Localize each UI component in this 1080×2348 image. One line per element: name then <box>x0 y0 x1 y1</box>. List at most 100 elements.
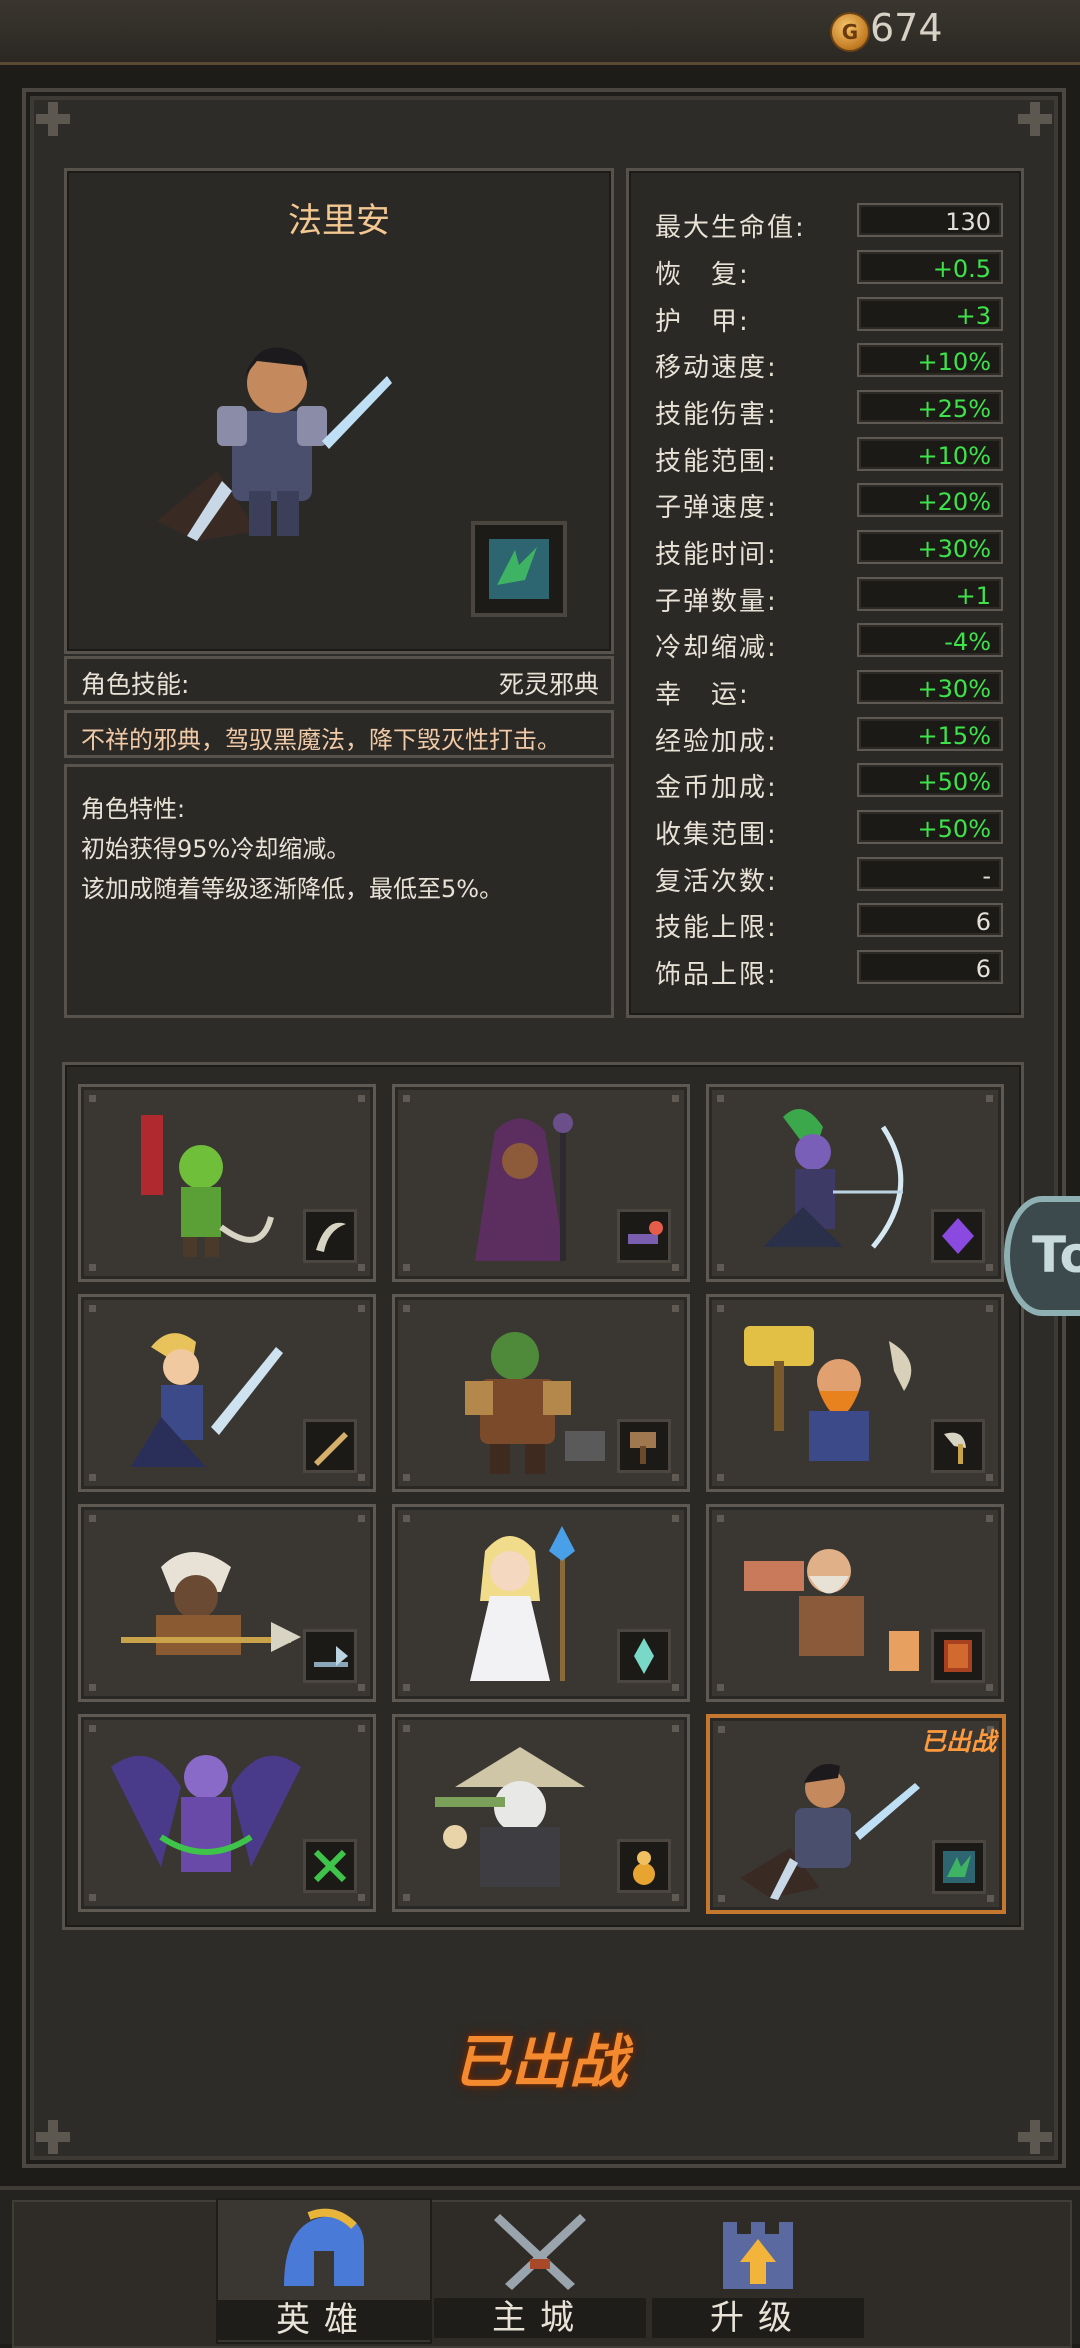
tab-heroes[interactable]: 英雄 <box>216 2198 432 2344</box>
priestess-hero-icon <box>470 1526 575 1681</box>
goblin-hero-icon <box>141 1115 274 1257</box>
trait-box: 角色特性: 初始获得95%冷却缩减。 该加成随着等级逐渐降低，最低至5%。 <box>64 764 614 1018</box>
skill-label: 角色技能: <box>81 670 190 699</box>
tab-upgrade-label: 升级 <box>652 2298 864 2338</box>
floating-assist-button[interactable]: To <box>1004 1196 1080 1316</box>
trait-title: 角色特性: <box>81 795 186 823</box>
stat-row: 金币加成: +50% <box>629 763 1021 803</box>
warglaive-icon <box>303 1839 357 1893</box>
crystal-icon <box>617 1629 671 1683</box>
stat-row: 移动速度: +10% <box>629 343 1021 383</box>
tab-main-city-label: 主城 <box>434 2298 646 2338</box>
hero-card-goblin[interactable] <box>78 1084 376 1282</box>
hero-card-dwarf[interactable] <box>706 1294 1004 1492</box>
castle-upgrade-icon <box>723 2222 793 2289</box>
stat-value: 6 <box>857 903 1003 937</box>
corner-ornament <box>1018 102 1052 136</box>
top-bar: G 674 <box>0 0 1080 65</box>
stat-row: 最大生命值: 130 <box>629 203 1021 243</box>
skill-name: 死灵邪典 <box>498 670 599 699</box>
stat-value: +1 <box>857 577 1003 611</box>
stat-label: 复活次数: <box>655 867 778 897</box>
stat-label: 子弹速度: <box>655 493 778 523</box>
stat-row: 收集范围: +50% <box>629 810 1021 850</box>
tab-main-city[interactable]: 主城 <box>434 2198 646 2340</box>
elf-archer-hero-icon <box>763 1109 904 1249</box>
stat-value: -4% <box>857 623 1003 657</box>
hero-card-orc-warrior[interactable] <box>392 1294 690 1492</box>
stat-row: 技能上限: 6 <box>629 903 1021 943</box>
stat-label: 幸 运: <box>655 680 750 710</box>
stat-value: +10% <box>857 437 1003 471</box>
paladin-hero-icon <box>131 1333 283 1467</box>
stats-panel: 最大生命值: 130 恢 复: +0.5 护 甲: +3 移动速度: +10% … <box>626 168 1024 1018</box>
gold-coin-icon: G <box>830 12 870 52</box>
necro-hero-icon <box>740 1764 920 1900</box>
stat-value: 130 <box>857 203 1003 237</box>
skill-description: 不祥的邪典，驾驭黑魔法，降下毁灭性打击。 <box>64 710 614 758</box>
hero-portrait-icon <box>157 347 392 541</box>
stat-value: +0.5 <box>857 250 1003 284</box>
stat-value: +25% <box>857 390 1003 424</box>
stat-value: 6 <box>857 950 1003 984</box>
hammer-icon <box>617 1419 671 1473</box>
tab-upgrade[interactable]: 升级 <box>652 2198 864 2340</box>
stat-row: 幸 运: +30% <box>629 670 1021 710</box>
hero-portrait-box: 法里安 <box>64 168 614 654</box>
hero-card-priestess[interactable] <box>392 1504 690 1702</box>
hero-card-necro-selected[interactable]: 已出战 <box>706 1714 1006 1914</box>
stat-value: +3 <box>857 297 1003 331</box>
skill-row: 角色技能: 死灵邪典 <box>64 656 614 704</box>
stat-label: 技能时间: <box>655 540 778 570</box>
stat-row: 恢 复: +0.5 <box>629 250 1021 290</box>
stat-row: 经验加成: +15% <box>629 717 1021 757</box>
hero-card-sage[interactable] <box>706 1504 1004 1702</box>
stat-value: +50% <box>857 810 1003 844</box>
helmet-icon <box>284 2208 364 2286</box>
stat-row: 饰品上限: 6 <box>629 950 1021 990</box>
hero-card-dark-mage[interactable] <box>392 1084 690 1282</box>
stat-label: 收集范围: <box>655 820 778 850</box>
stat-label: 技能范围: <box>655 447 778 477</box>
stat-value: +30% <box>857 670 1003 704</box>
tab-heroes-label: 英雄 <box>218 2300 430 2340</box>
stat-label: 技能伤害: <box>655 400 778 430</box>
necro-book-icon <box>932 1840 986 1894</box>
stat-label: 移动速度: <box>655 353 778 383</box>
dwarf-hero-icon <box>744 1326 912 1461</box>
tauren-hero-icon <box>121 1552 301 1655</box>
scimitar-icon <box>303 1209 357 1263</box>
necro-book-icon[interactable] <box>471 521 567 617</box>
hero-name: 法里安 <box>288 201 390 241</box>
stat-row: 子弹数量: +1 <box>629 577 1021 617</box>
floating-assist-text: To <box>1032 1226 1080 1284</box>
hero-card-elf-archer[interactable] <box>706 1084 1004 1282</box>
stat-value: +50% <box>857 763 1003 797</box>
corner-ornament <box>36 2120 70 2154</box>
hero-card-paladin[interactable] <box>78 1294 376 1492</box>
axe-icon <box>931 1419 985 1473</box>
stat-row: 技能时间: +30% <box>629 530 1021 570</box>
stat-label: 恢 复: <box>655 260 750 290</box>
stat-row: 子弹速度: +20% <box>629 483 1021 523</box>
stat-label: 经验加成: <box>655 727 778 757</box>
stat-label: 护 甲: <box>655 307 750 337</box>
corner-ornament <box>1018 2120 1052 2154</box>
skill-description-text: 不祥的邪典，驾驭黑魔法，降下毁灭性打击。 <box>81 726 561 754</box>
halberd-icon <box>303 1629 357 1683</box>
staff-orb-icon <box>617 1209 671 1263</box>
stat-row: 技能范围: +10% <box>629 437 1021 477</box>
hero-card-panda-monk[interactable] <box>392 1714 690 1912</box>
stat-label: 最大生命值: <box>655 213 806 243</box>
stat-value: +20% <box>857 483 1003 517</box>
hero-card-demon-hunter[interactable] <box>78 1714 376 1912</box>
demon-hunter-hero-icon <box>111 1755 301 1872</box>
sword-icon <box>303 1419 357 1473</box>
orc-warrior-hero-icon <box>465 1332 605 1474</box>
stat-label: 子弹数量: <box>655 587 778 617</box>
stat-row: 护 甲: +3 <box>629 297 1021 337</box>
stat-value: +30% <box>857 530 1003 564</box>
hero-card-tauren[interactable] <box>78 1504 376 1702</box>
deployed-status-button[interactable]: 已出战 <box>0 2015 1080 2099</box>
deployed-tag: 已出战 <box>920 1727 996 1756</box>
